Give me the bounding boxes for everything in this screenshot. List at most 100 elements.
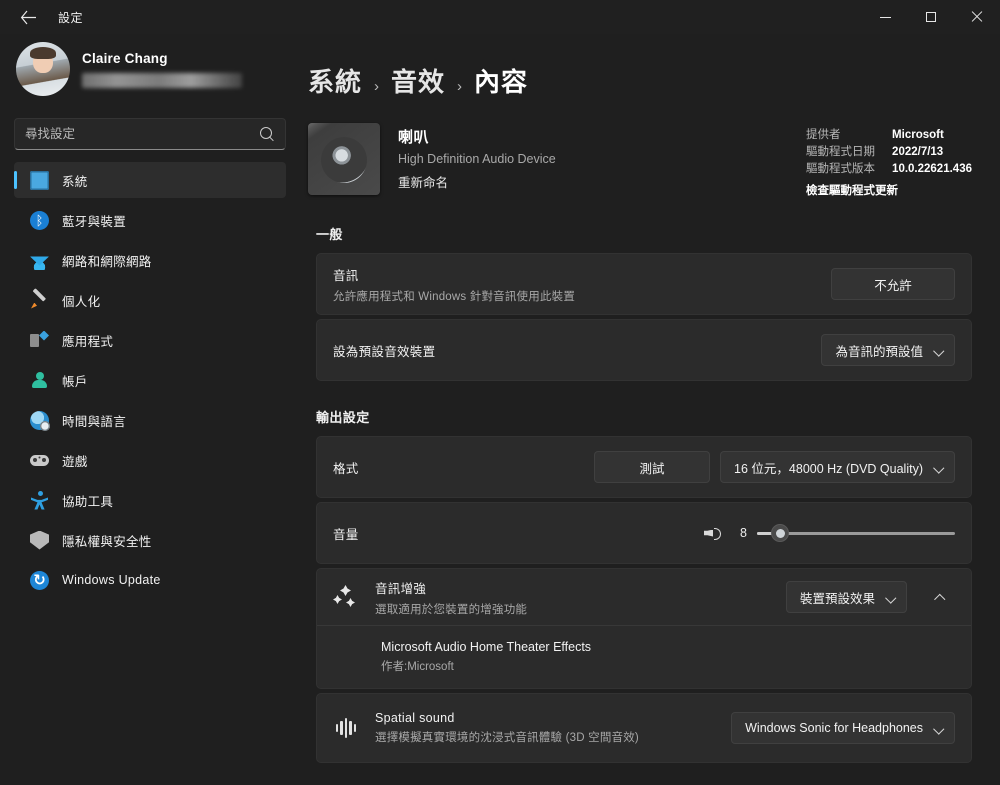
avatar [16,42,70,96]
search-input[interactable] [25,127,260,141]
breadcrumb: 系統 › 音效 › 內容 [308,34,972,99]
volume-value: 8 [740,526,747,540]
minimize-button[interactable] [862,0,908,34]
sidebar-item-accessibility[interactable]: 協助工具 [14,482,286,518]
apps-icon [30,331,49,350]
search-box[interactable] [14,118,286,150]
sidebar-item-bluetooth[interactable]: ᛒ 藍牙與裝置 [14,202,286,238]
paintbrush-icon [30,291,49,310]
volume-card: 音量 8 [316,502,972,564]
sidebar-nav: 系統 ᛒ 藍牙與裝置 網路和網際網路 個人化 應用程式 帳戶 時間與語言 遊戲 … [14,162,286,598]
audio-enhance-label: 音訊增強 [375,581,427,596]
maximize-button[interactable] [908,0,954,34]
audio-enhance-dropdown[interactable]: 裝置預設效果 [785,581,907,613]
window-controls [862,0,1000,34]
slider-thumb[interactable] [771,524,790,542]
sidebar-item-time-language[interactable]: 時間與語言 [14,402,286,438]
sidebar: Claire Chang 系統 ᛒ 藍牙與裝置 網 [0,34,300,785]
device-name: 喇叭 [398,129,430,146]
rename-link[interactable]: 重新命名 [398,172,556,191]
profile-email-redacted [82,72,242,88]
user-profile[interactable]: Claire Chang [14,34,286,104]
spatial-sound-card: Spatial sound 選擇模擬真實環境的沈浸式音訊體驗 (3D 空間音效)… [316,693,972,763]
chevron-down-icon [935,346,944,355]
check-driver-update-link[interactable]: 檢查驅動程式更新 [806,182,972,198]
sidebar-item-label: 藍牙與裝置 [62,214,127,229]
chevron-up-icon [936,593,945,602]
audio-permission-card: 音訊 允許應用程式和 Windows 針對音訊使用此裝置 不允許 [316,253,972,315]
sidebar-item-gaming[interactable]: 遊戲 [14,442,286,478]
back-arrow-icon [20,10,36,24]
default-device-dropdown[interactable]: 為音訊的預設值 [821,334,955,366]
spatial-sound-label: Spatial sound [375,711,455,725]
expand-collapse-button[interactable] [925,582,955,612]
test-button[interactable]: 測試 [594,451,711,483]
spatial-sound-dropdown[interactable]: Windows Sonic for Headphones [731,712,955,744]
disallow-button[interactable]: 不允許 [831,268,955,300]
driver-provider-key: 提供者 [806,129,841,141]
format-actions: 測試 16 位元，48000 Hz (DVD Quality) [594,451,955,483]
audio-enhance-header: 音訊增強 選取適用於您裝置的增強功能 裝置預設效果 [317,569,971,625]
bluetooth-icon: ᛒ [30,210,49,230]
spatial-sound-desc: 選擇模擬真實環境的沈浸式音訊體驗 (3D 空間音效) [375,732,639,744]
format-dropdown[interactable]: 16 位元，48000 Hz (DVD Quality) [720,451,955,483]
sidebar-item-label: 應用程式 [62,334,114,349]
main-content: 系統 › 音效 › 內容 喇叭 High Definition Audio De… [300,34,1000,785]
sparkle-icon [333,584,359,610]
format-dropdown-value: 16 位元，48000 Hz (DVD Quality) [734,461,923,476]
breadcrumb-properties: 內容 [474,67,529,97]
section-title-output: 輸出設定 [316,410,370,425]
chevron-down-icon [887,593,896,602]
minimize-icon [879,16,891,18]
default-device-dropdown-value: 為音訊的預設值 [835,344,923,359]
sidebar-item-network[interactable]: 網路和網際網路 [14,242,286,278]
audio-enhance-effect-row[interactable]: Microsoft Audio Home Theater Effects 作者:… [317,625,971,688]
spatial-sound-dropdown-value: Windows Sonic for Headphones [745,721,923,735]
driver-info: 提供者 Microsoft 驅動程式日期 2022/7/13 驅動程式版本 10… [806,123,972,198]
driver-date-value: 2022/7/13 [892,146,944,158]
chevron-down-icon [935,463,944,472]
sidebar-item-windows-update[interactable]: Windows Update [14,562,286,598]
sidebar-item-label: 隱私權與安全性 [62,534,152,549]
volume-icon[interactable] [704,526,721,541]
title-bar: 設定 [0,0,1000,34]
audio-permission-actions: 不允許 [831,268,955,300]
driver-provider-row: 提供者 Microsoft [806,127,972,144]
sidebar-item-label: 時間與語言 [62,414,127,429]
audio-enhance-desc: 選取適用於您裝置的增強功能 [375,603,528,616]
default-device-card: 設為預設音效裝置 為音訊的預設值 [316,319,972,381]
profile-name: Claire Chang [82,50,168,66]
breadcrumb-system[interactable]: 系統 [308,62,362,99]
clock-icon [30,410,50,431]
speaker-icon [308,123,380,195]
audio-enhance-card: 音訊增強 選取適用於您裝置的增強功能 裝置預設效果 Microsoft Audi… [316,568,972,689]
accessibility-icon [30,490,49,510]
driver-provider-value: Microsoft [892,129,944,141]
sidebar-item-apps[interactable]: 應用程式 [14,322,286,358]
update-icon [30,570,49,590]
format-label: 格式 [333,461,359,476]
driver-version-row: 驅動程式版本 10.0.22621.436 [806,161,972,178]
sidebar-item-accounts[interactable]: 帳戶 [14,362,286,398]
driver-date-key: 驅動程式日期 [806,146,876,158]
profile-text: Claire Chang [82,51,242,88]
sidebar-item-system[interactable]: 系統 [14,162,286,198]
sidebar-item-label: 協助工具 [62,494,114,509]
close-button[interactable] [954,0,1000,34]
gamepad-icon [30,451,49,470]
breadcrumb-separator: › [374,78,380,95]
shield-icon [30,530,49,550]
sidebar-item-label: 帳戶 [62,374,88,389]
sidebar-item-personalization[interactable]: 個人化 [14,282,286,318]
volume-slider[interactable] [757,523,955,543]
back-button[interactable] [8,2,48,32]
audio-enhance-dropdown-value: 裝置預設效果 [799,591,875,606]
section-title-general: 一般 [316,227,343,242]
sidebar-item-label: 系統 [62,174,88,189]
sidebar-item-privacy-security[interactable]: 隱私權與安全性 [14,522,286,558]
default-device-label: 設為預設音效裝置 [333,344,436,359]
breadcrumb-sound[interactable]: 音效 [391,62,445,99]
spatial-sound-text: Spatial sound 選擇模擬真實環境的沈浸式音訊體驗 (3D 空間音效) [375,711,639,745]
wifi-icon [30,250,49,270]
volume-label: 音量 [333,527,359,542]
